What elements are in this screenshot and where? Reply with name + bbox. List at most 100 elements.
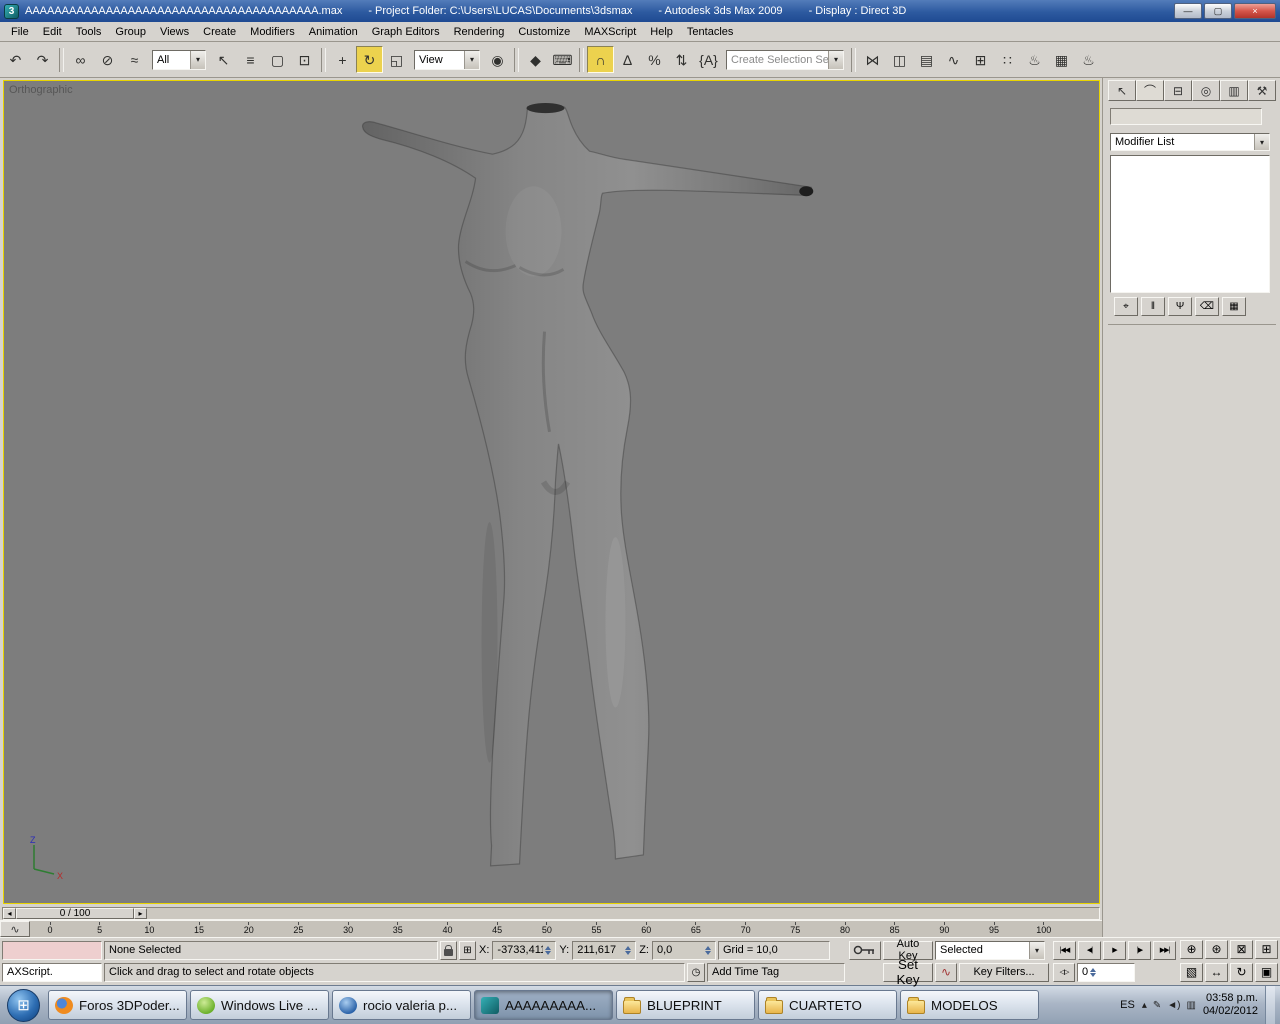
key-filters-button[interactable]: Key Filters... [959, 963, 1049, 982]
menu-help[interactable]: Help [643, 24, 680, 40]
select-and-link-icon[interactable]: ∞ [67, 46, 94, 73]
select-and-move-icon[interactable]: + [329, 46, 356, 73]
schematic-view-icon[interactable]: ⊞ [967, 46, 994, 73]
rendered-frame-window-icon[interactable]: ▦ [1048, 46, 1075, 73]
menu-tentacles[interactable]: Tentacles [680, 24, 740, 40]
time-slider-prev-button[interactable]: ◂ [3, 908, 16, 919]
select-by-name-icon[interactable]: ≡ [237, 46, 264, 73]
spinner-arrows[interactable] [705, 946, 711, 955]
taskbar-item-3dsmax[interactable]: AAAAAAAAA... [474, 990, 613, 1020]
menu-edit[interactable]: Edit [36, 24, 69, 40]
time-slider-next-button[interactable]: ▸ [134, 908, 147, 919]
modifier-stack-list[interactable] [1110, 155, 1270, 293]
spinner-arrows[interactable] [1090, 968, 1096, 977]
absolute-offset-toggle[interactable]: ⊞ [459, 941, 476, 960]
viewport[interactable]: Orthographic [3, 80, 1100, 904]
language-indicator[interactable]: ES [1120, 999, 1135, 1011]
select-object-icon[interactable]: ↖ [210, 46, 237, 73]
bind-to-space-warp-icon[interactable]: ≈ [121, 46, 148, 73]
menu-maxscript[interactable]: MAXScript [577, 24, 643, 40]
tab-display[interactable]: ▥ [1220, 80, 1248, 101]
next-frame-button[interactable]: |▶ [1128, 941, 1151, 960]
zoom-extents-all-icon[interactable]: ⊞ [1255, 940, 1278, 959]
tab-utilities[interactable]: ⚒ [1248, 80, 1276, 101]
default-in-out-tangents-button[interactable]: ∿ [935, 963, 957, 982]
undo-icon[interactable]: ↶ [2, 46, 29, 73]
render-setup-icon[interactable]: ♨ [1021, 46, 1048, 73]
object-name-field[interactable] [1110, 108, 1262, 125]
rectangular-selection-region-icon[interactable]: ▢ [264, 46, 291, 73]
use-pivot-point-center-icon[interactable]: ◉ [484, 46, 511, 73]
tab-create[interactable]: ↖ [1108, 80, 1136, 101]
selection-filter-dropdown[interactable]: All ▾ [152, 50, 206, 70]
menu-create[interactable]: Create [196, 24, 243, 40]
zoom-icon[interactable]: ⊕ [1180, 940, 1203, 959]
maxscript-mini-listener[interactable]: AXScript. [2, 963, 102, 982]
named-selection-set-dropdown[interactable]: Create Selection Set ▾ [726, 50, 844, 70]
previous-frame-button[interactable]: ◀| [1078, 941, 1101, 960]
menu-views[interactable]: Views [153, 24, 196, 40]
menu-tools[interactable]: Tools [69, 24, 109, 40]
layer-manager-icon[interactable]: ▤ [913, 46, 940, 73]
taskbar-item-firefox[interactable]: Foros 3DPoder... [48, 990, 187, 1020]
z-coordinate-field[interactable]: 0,0 [652, 941, 716, 960]
time-slider-track[interactable]: ◂ 0 / 100 ▸ [2, 907, 1100, 920]
x-coordinate-field[interactable]: -3733,411 [492, 941, 556, 960]
spinner-snap-toggle-icon[interactable]: ⇅ [668, 46, 695, 73]
redo-icon[interactable]: ↷ [29, 46, 56, 73]
set-key-mode-key-icon[interactable] [849, 941, 881, 960]
time-slider-thumb[interactable]: 0 / 100 [16, 908, 134, 919]
spinner-arrows[interactable] [625, 946, 631, 955]
track-bar[interactable]: ∿ 05101520253035404550556065707580859095… [0, 920, 1102, 937]
pin-stack-icon[interactable]: ⌖ [1114, 297, 1138, 316]
menu-graph-editors[interactable]: Graph Editors [365, 24, 447, 40]
menu-group[interactable]: Group [108, 24, 153, 40]
zoom-extents-icon[interactable]: ⊠ [1230, 940, 1253, 959]
tab-modify[interactable]: ⌒ [1136, 80, 1164, 101]
quick-render-icon[interactable]: ♨ [1075, 46, 1102, 73]
go-to-start-button[interactable]: |◀◀ [1053, 941, 1076, 960]
taskbar-item-conversation[interactable]: rocio valeria p... [332, 990, 471, 1020]
taskbar-item-modelos[interactable]: MODELOS [900, 990, 1039, 1020]
time-tag-icon[interactable]: ◷ [687, 963, 705, 982]
align-icon[interactable]: ◫ [886, 46, 913, 73]
open-mini-curve-editor-button[interactable]: ∿ [0, 921, 30, 937]
spinner-arrows[interactable] [545, 946, 551, 955]
pan-icon[interactable]: ↔ [1205, 963, 1228, 982]
percent-snap-toggle-icon[interactable]: % [641, 46, 668, 73]
taskbar-item-windows-live[interactable]: Windows Live ... [190, 990, 329, 1020]
clock[interactable]: 03:58 p.m. 04/02/2012 [1203, 992, 1258, 1018]
maximize-viewport-toggle-icon[interactable]: ▣ [1255, 963, 1278, 982]
set-key-button[interactable]: Set Key [883, 963, 933, 982]
menu-rendering[interactable]: Rendering [447, 24, 512, 40]
close-button[interactable]: × [1234, 3, 1276, 19]
snaps-toggle-icon[interactable]: ∩ [587, 46, 614, 73]
angle-snap-toggle-icon[interactable]: ∆ [614, 46, 641, 73]
minimize-button[interactable]: — [1174, 3, 1202, 19]
start-button[interactable]: ⊞ [7, 989, 40, 1022]
zoom-all-icon[interactable]: ⊛ [1205, 940, 1228, 959]
zoom-region-icon[interactable]: ▧ [1180, 963, 1203, 982]
tab-motion[interactable]: ◎ [1192, 80, 1220, 101]
keyboard-shortcut-override-icon[interactable]: ⌨ [549, 46, 576, 73]
lock-selection-toggle[interactable] [440, 941, 457, 960]
key-mode-toggle-button[interactable]: ◁▷ [1053, 963, 1075, 982]
add-time-tag-field[interactable]: Add Time Tag [707, 963, 845, 982]
volume-icon[interactable]: ◄) [1167, 1000, 1180, 1011]
window-crossing-toggle-icon[interactable]: ⊡ [291, 46, 318, 73]
viewport-canvas[interactable] [4, 81, 1099, 903]
show-end-result-icon[interactable]: ‖ [1141, 297, 1165, 316]
menu-customize[interactable]: Customize [511, 24, 577, 40]
orbit-icon[interactable]: ↻ [1230, 963, 1253, 982]
macro-recorder-line[interactable] [2, 941, 102, 960]
remove-modifier-icon[interactable]: ⌫ [1195, 297, 1219, 316]
unlink-selection-icon[interactable]: ⊘ [94, 46, 121, 73]
configure-modifier-sets-icon[interactable]: ▦ [1222, 297, 1246, 316]
reference-coordinate-dropdown[interactable]: View ▾ [414, 50, 480, 70]
modifier-list-dropdown[interactable]: Modifier List ▾ [1110, 133, 1270, 151]
menu-file[interactable]: File [4, 24, 36, 40]
pen-input-icon[interactable]: ✎ [1153, 1000, 1161, 1011]
current-frame-field[interactable]: 0 [1077, 963, 1135, 982]
edit-named-selection-sets-icon[interactable]: {A} [695, 46, 722, 73]
show-desktop-button[interactable] [1265, 986, 1275, 1024]
